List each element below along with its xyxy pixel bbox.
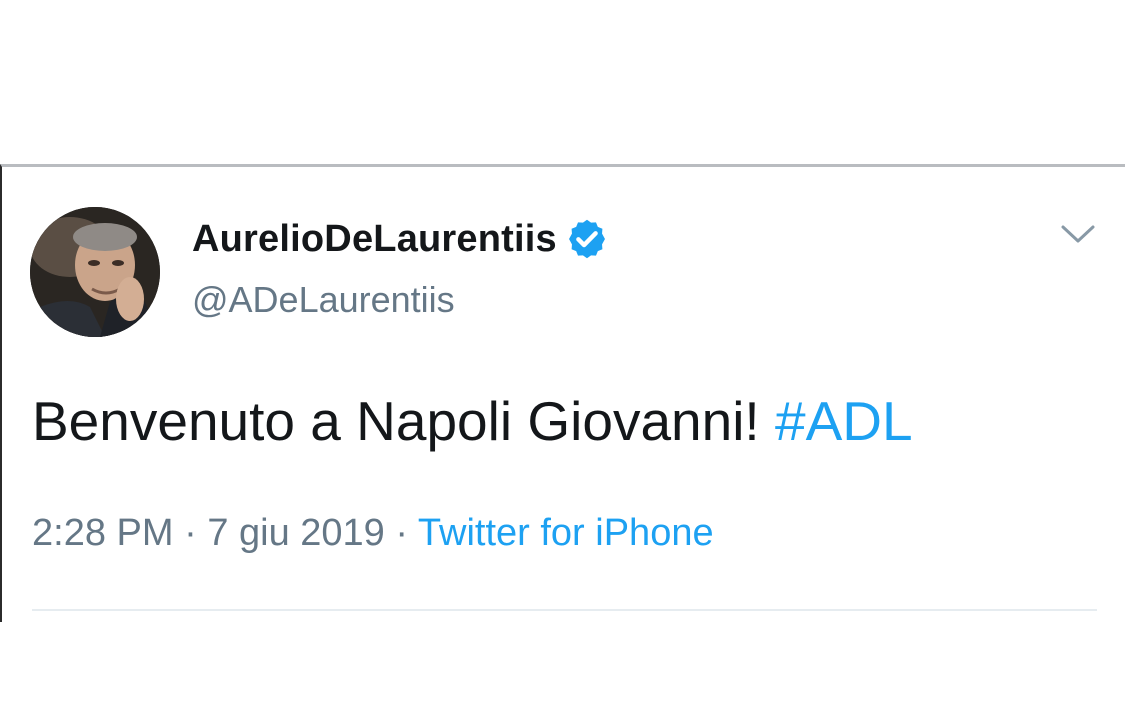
display-name[interactable]: AurelioDeLaurentiis [192,218,557,261]
meta-separator: · [173,512,208,554]
verified-badge-icon [568,219,605,259]
author-row: AurelioDeLaurentiis [192,217,609,261]
meta-separator: · [384,512,418,554]
tweet-time[interactable]: 2:28 PM [32,512,174,554]
chevron-down-icon[interactable] [1060,222,1096,246]
tweet-source-link[interactable]: Twitter for iPhone [418,512,714,554]
tweet-text: Benvenuto a Napoli Giovanni! #ADL [32,389,913,453]
avatar[interactable] [30,207,160,337]
handle[interactable]: @ADeLaurentiis [192,279,455,321]
tweet-meta: 2:28 PM · 7 giu 2019 · Twitter for iPhon… [32,512,714,555]
divider [32,609,1097,611]
tweet-card: AurelioDeLaurentiis @ADeLaurentiis Benve… [0,164,1125,622]
hashtag-link[interactable]: #ADL [775,390,913,452]
tweet-body: Benvenuto a Napoli Giovanni! [32,390,775,452]
tweet-date[interactable]: 7 giu 2019 [207,512,385,554]
